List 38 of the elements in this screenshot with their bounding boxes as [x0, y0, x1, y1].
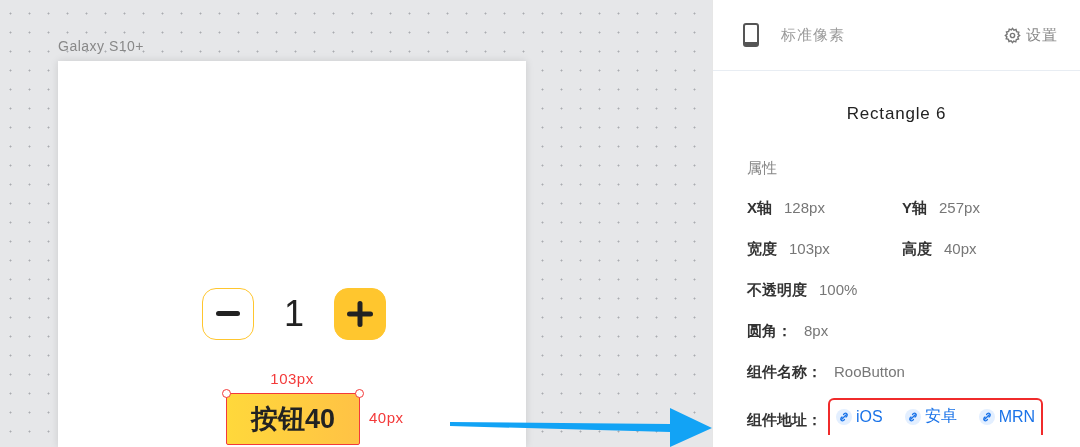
property-value: 40px [944, 240, 977, 257]
layer-title: Rectangle 6 [845, 104, 948, 124]
property-value: 8px [804, 322, 829, 339]
property-value: 100% [819, 281, 858, 298]
platform-link[interactable]: MRN [978, 406, 1036, 427]
selected-button[interactable]: 按钮40 [226, 393, 360, 445]
minus-icon [216, 311, 240, 317]
quantity-value: 1 [283, 293, 305, 335]
section-title: 属性 [747, 159, 778, 178]
property-label: 组件名称： [747, 363, 822, 382]
property-value: 103px [789, 240, 830, 257]
selection-handle[interactable] [355, 389, 364, 398]
link-icon [904, 408, 921, 425]
property-value: 257px [939, 199, 980, 216]
height-dimension: 40px [369, 409, 404, 426]
property-label: 圆角： [747, 322, 792, 341]
device-label: Galaxy S10+ [58, 38, 146, 54]
selection-handle[interactable] [222, 389, 231, 398]
width-dimension: 103px [270, 370, 314, 387]
increment-button[interactable] [334, 288, 386, 340]
link-icon [978, 408, 995, 425]
property-label: 不透明度 [747, 281, 807, 300]
platform-link[interactable]: iOS [836, 406, 883, 427]
property-label: 组件地址： [747, 410, 822, 430]
settings-button[interactable]: 设置 [1004, 25, 1058, 45]
phone-icon [743, 23, 759, 47]
property-value: 128px [784, 199, 825, 216]
property-label: X轴 [747, 199, 772, 218]
platform-link[interactable]: 安卓 [904, 406, 957, 427]
property-label: 高度 [902, 240, 932, 259]
link-icon [836, 408, 852, 425]
property-label: Y轴 [902, 199, 927, 218]
unit-label: 标准像素 [781, 25, 846, 45]
property-label: 宽度 [747, 240, 777, 259]
settings-icon [1004, 26, 1021, 44]
property-value: RooButton [834, 363, 905, 380]
decrement-button[interactable] [202, 288, 254, 340]
plus-icon [347, 301, 373, 327]
